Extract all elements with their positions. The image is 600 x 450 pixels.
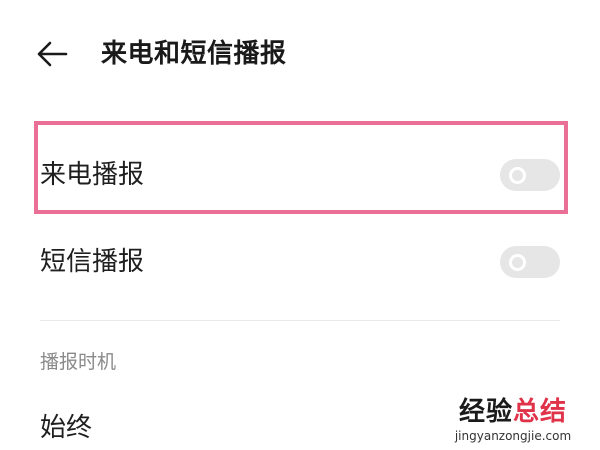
- watermark-text-part2: 总结: [513, 397, 568, 427]
- watermark-logo-text: 经验总结: [438, 396, 588, 428]
- watermark-text-part1: 经验: [458, 397, 513, 427]
- watermark: 经验总结 jingyanzongjie.com: [438, 396, 588, 444]
- setting-label-sms-announce: 短信播报: [40, 247, 145, 277]
- divider: [40, 320, 560, 321]
- timing-option-always[interactable]: 始终: [40, 408, 92, 448]
- section-header-timing: 播报时机: [40, 351, 117, 373]
- toggle-knob: [509, 254, 526, 271]
- setting-row-sms-announce[interactable]: 短信播报: [40, 232, 560, 292]
- app-header: 来电和短信播报: [0, 0, 600, 110]
- setting-label-call-announce: 来电播报: [40, 160, 145, 190]
- watermark-url: jingyanzongjie.com: [454, 429, 572, 443]
- page-title: 来电和短信播报: [101, 39, 287, 69]
- call-announce-toggle[interactable]: [500, 159, 560, 191]
- setting-row-call-announce[interactable]: 来电播报: [40, 145, 560, 205]
- arrow-left-icon: [37, 41, 68, 67]
- sms-announce-toggle[interactable]: [500, 246, 560, 278]
- back-button[interactable]: [36, 38, 72, 70]
- toggle-knob: [509, 167, 526, 184]
